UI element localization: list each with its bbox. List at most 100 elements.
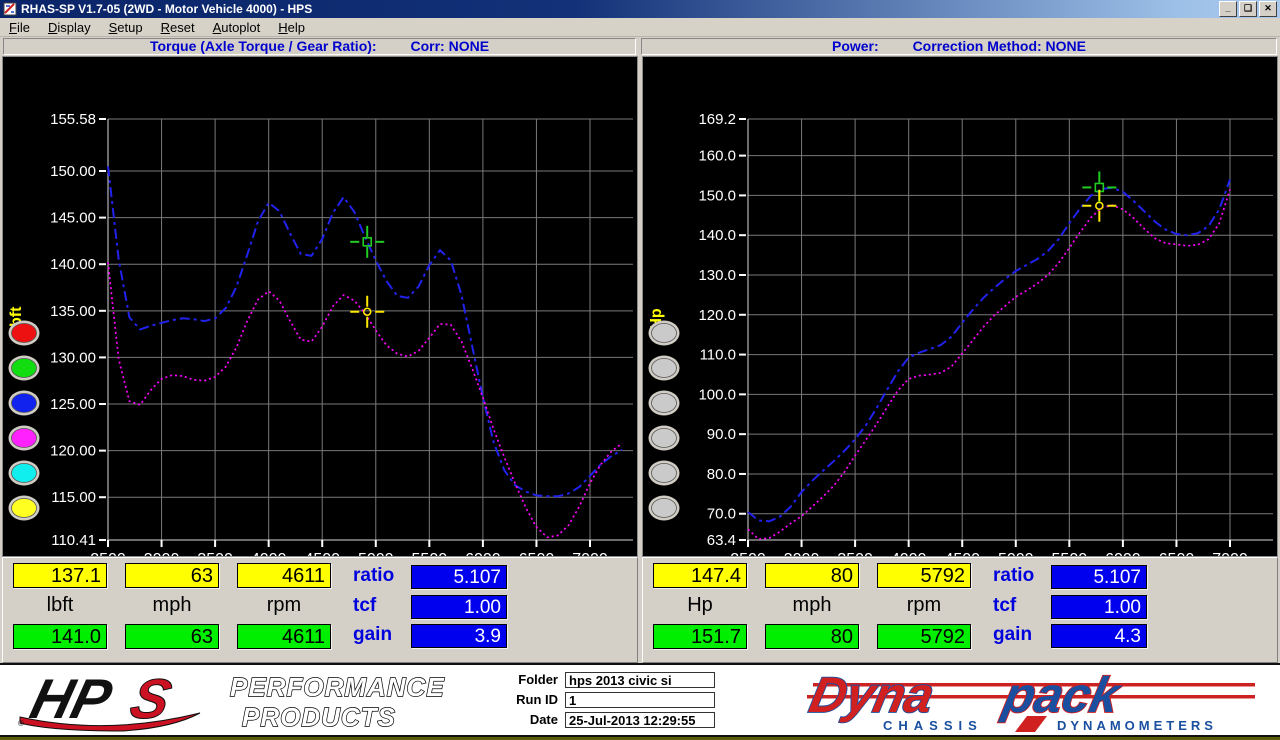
hps-logo: HP S ® PERFORMANCE PRODUCTS: [12, 668, 472, 734]
app-icon: [3, 2, 17, 16]
dynapack-logo-dynamometers: DYNAMOMETERS: [1057, 718, 1217, 733]
x-tick-label: 5000: [998, 551, 1034, 556]
gain-value: 4.3: [1051, 624, 1147, 648]
tcf-value: 1.00: [1051, 595, 1147, 619]
y-tick-label: 110.41: [51, 532, 96, 549]
torque-run-color-button-3[interactable]: [12, 394, 37, 413]
menu-autoplot[interactable]: Autoplot: [204, 20, 270, 35]
torque-header-title: Torque (Axle Torque / Gear Ratio):: [150, 38, 377, 54]
speed-unit-label: mph: [765, 594, 859, 617]
torque-chart[interactable]: 155.58150.00145.00140.00135.00130.00125.…: [3, 57, 637, 556]
y-tick-label: 70.0: [707, 506, 736, 523]
power-run-color-button-3[interactable]: [652, 394, 677, 413]
menu-reset[interactable]: Reset: [152, 20, 204, 35]
dynapack-logo-chassis: CHASSIS: [883, 718, 983, 733]
x-tick-label: 2500: [90, 551, 126, 556]
hps-logo-performance: PERFORMANCE: [230, 672, 445, 702]
torque-cursor2-rpm: 4611: [237, 624, 331, 649]
tcf-label: tcf: [993, 595, 1016, 617]
torque-chart-panel[interactable]: 155.58150.00145.00140.00135.00130.00125.…: [2, 56, 638, 557]
ratio-label: ratio: [993, 565, 1034, 587]
y-tick-label: 130.0: [698, 267, 736, 284]
x-tick-label: 3500: [197, 551, 233, 556]
y-tick-label: 120.0: [698, 307, 736, 324]
rpm-unit-label: rpm: [237, 594, 331, 617]
menu-setup[interactable]: Setup: [100, 20, 152, 35]
x-tick-label: 6000: [1105, 551, 1141, 556]
torque-run-color-button-2[interactable]: [12, 359, 37, 378]
restore-button[interactable]: ❏: [1239, 1, 1257, 17]
power-run-color-button-5[interactable]: [652, 464, 677, 483]
green-cursor[interactable]: [350, 226, 384, 258]
x-tick-label: 2500: [730, 551, 766, 556]
power-chart-header: Power: Correction Method: NONE: [641, 38, 1277, 55]
tcf-value: 1.00: [411, 595, 507, 619]
yellow-cursor[interactable]: [350, 296, 384, 328]
minimize-button[interactable]: _: [1219, 1, 1237, 17]
x-tick-label: 3000: [784, 551, 820, 556]
date-field[interactable]: 25-Jul-2013 12:29:55: [565, 712, 715, 728]
x-tick-label: 3500: [837, 551, 873, 556]
torque-run-color-button-1[interactable]: [12, 324, 37, 343]
x-tick-label: 4000: [251, 551, 287, 556]
y-tick-label: 120.00: [50, 443, 96, 460]
power-cursor2-value: 151.7: [653, 624, 747, 649]
power-run-color-button-4[interactable]: [652, 429, 677, 448]
y-tick-label: 100.0: [698, 386, 736, 403]
menu-file[interactable]: File: [0, 20, 39, 35]
torque-run-color-button-5[interactable]: [12, 464, 37, 483]
y-tick-label: 145.00: [50, 210, 96, 227]
power-run-color-button-6[interactable]: [652, 499, 677, 518]
menu-help[interactable]: Help: [269, 20, 314, 35]
x-tick-label: 4000: [891, 551, 927, 556]
menu-bar: File Display Setup Reset Autoplot Help: [0, 18, 1280, 37]
x-tick-label: 6000: [465, 551, 501, 556]
gain-label: gain: [993, 624, 1032, 646]
menu-display[interactable]: Display: [39, 20, 100, 35]
torque-run-color-button-6[interactable]: [12, 499, 37, 518]
yellow-cursor[interactable]: [1082, 190, 1116, 222]
hps-logo-reg: ®: [18, 719, 24, 728]
dynapack-logo-pack: pack: [997, 667, 1128, 723]
y-tick-label: 140.00: [50, 256, 96, 273]
power-run-1-magenta: [748, 189, 1230, 539]
torque-run-color-button-4[interactable]: [12, 429, 37, 448]
power-chart-panel[interactable]: 169.2160.0150.0140.0130.0120.0110.0100.0…: [642, 56, 1278, 557]
dynapack-logo: Dyna pack CHASSIS DYNAMOMETERS: [795, 666, 1275, 736]
y-tick-label: 80.0: [707, 466, 736, 483]
torque-run-2-blue: [108, 166, 622, 496]
power-header-title: Power:: [832, 38, 879, 54]
torque-cursor1-value: 137.1: [13, 563, 107, 588]
torque-chart-header: Torque (Axle Torque / Gear Ratio): Corr:…: [3, 38, 636, 55]
y-tick-label: 115.00: [51, 489, 96, 506]
power-unit-label: Hp: [653, 594, 747, 617]
y-tick-label: 63.4: [707, 532, 736, 549]
run-id-label: Run ID: [470, 692, 558, 707]
torque-readout-panel: 137.1 63 4611 lbft mph rpm 141.0 63 4611…: [2, 557, 638, 663]
power-cursor2-rpm: 5792: [877, 624, 971, 649]
power-cursor1-value: 147.4: [653, 563, 747, 588]
y-tick-label: 150.00: [50, 163, 96, 180]
y-tick-label: 90.0: [707, 426, 736, 443]
power-run-color-button-2[interactable]: [652, 359, 677, 378]
torque-unit-label: lbft: [13, 594, 107, 617]
y-tick-label: 110.0: [700, 347, 736, 364]
torque-cursor2-speed: 63: [125, 624, 219, 649]
folder-field[interactable]: hps 2013 civic si: [565, 672, 715, 688]
x-tick-label: 6500: [1159, 551, 1195, 556]
tcf-label: tcf: [353, 595, 376, 617]
y-tick-label: 135.00: [50, 303, 96, 320]
power-chart[interactable]: 169.2160.0150.0140.0130.0120.0110.0100.0…: [643, 57, 1277, 556]
power-cursor2-speed: 80: [765, 624, 859, 649]
close-button[interactable]: ✕: [1259, 1, 1277, 17]
y-tick-label: 160.0: [698, 148, 736, 165]
run-id-field[interactable]: 1: [565, 692, 715, 708]
footer-bar: HP S ® PERFORMANCE PRODUCTS Folder hps 2…: [0, 663, 1280, 737]
rpm-unit-label: rpm: [877, 594, 971, 617]
dynapack-logo-dyna: Dyna: [805, 667, 939, 723]
hps-logo-products: PRODUCTS: [242, 702, 396, 732]
x-tick-label: 6500: [519, 551, 555, 556]
power-readout-panel: 147.4 80 5792 Hp mph rpm 151.7 80 5792 r…: [642, 557, 1278, 663]
power-run-color-button-1[interactable]: [652, 324, 677, 343]
power-header-correction: Correction Method: NONE: [913, 38, 1086, 54]
